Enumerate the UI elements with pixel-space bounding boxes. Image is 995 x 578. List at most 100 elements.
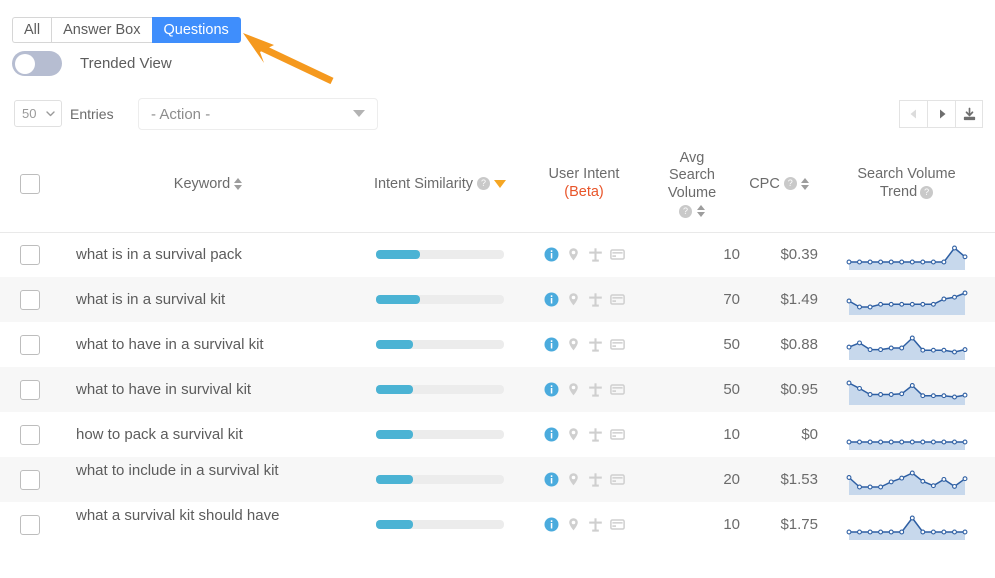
tab-all[interactable]: All	[12, 17, 51, 43]
user-intent-navigational-icon[interactable]	[588, 517, 603, 532]
table-row[interactable]: what a survival kit should have10$1.75	[0, 502, 995, 547]
row-checkbox[interactable]	[20, 335, 40, 355]
user-intent-informational-icon[interactable]	[544, 517, 559, 532]
header-intent-similarity[interactable]: Intent Similarity ?	[356, 146, 524, 232]
keyword-text: what a survival kit should have	[60, 507, 356, 542]
cell-intent-similarity	[356, 457, 524, 502]
user-intent-local-icon[interactable]	[566, 472, 581, 487]
header-keyword[interactable]: Keyword	[60, 146, 356, 232]
cell-user-intent	[524, 457, 644, 502]
header-cpc[interactable]: CPC ?	[740, 146, 818, 232]
cell-cpc: $1.53	[740, 457, 818, 502]
sparkline-chart	[846, 509, 968, 541]
cell-keyword: what a survival kit should have	[60, 502, 356, 547]
table-row[interactable]: how to pack a survival kit10$0	[0, 412, 995, 457]
user-intent-informational-icon[interactable]	[544, 292, 559, 307]
cell-keyword: what to have in a survival kit	[60, 322, 356, 367]
cell-cpc: $0.39	[740, 232, 818, 277]
user-intent-transactional-icon[interactable]	[610, 472, 625, 487]
keyword-text: what to include in a survival kit	[60, 462, 356, 497]
user-intent-transactional-icon[interactable]	[610, 337, 625, 352]
cell-avg-search-volume: 70	[644, 277, 740, 322]
user-intent-navigational-icon[interactable]	[588, 247, 603, 262]
table-row[interactable]: what is in a survival pack 10$0.39	[0, 232, 995, 277]
table-row[interactable]: what to have in a survival kit50$0.88	[0, 322, 995, 367]
user-intent-icons	[524, 517, 644, 532]
header-cpc-label: CPC	[749, 175, 780, 193]
sort-avg-search-volume-icon[interactable]	[697, 205, 705, 217]
keyword-text: what to have in a survival kit	[60, 336, 356, 353]
user-intent-transactional-icon[interactable]	[610, 517, 625, 532]
row-checkbox[interactable]	[20, 470, 40, 490]
user-intent-navigational-icon[interactable]	[588, 427, 603, 442]
user-intent-informational-icon[interactable]	[544, 337, 559, 352]
table-row[interactable]: what is in a survival kit70$1.49	[0, 277, 995, 322]
user-intent-informational-icon[interactable]	[544, 382, 559, 397]
user-intent-navigational-icon[interactable]	[588, 382, 603, 397]
tab-questions[interactable]: Questions	[152, 17, 241, 43]
cell-avg-search-volume: 10	[644, 232, 740, 277]
row-checkbox[interactable]	[20, 245, 40, 265]
user-intent-navigational-icon[interactable]	[588, 472, 603, 487]
sparkline-chart	[846, 329, 968, 361]
cell-avg-search-volume: 20	[644, 457, 740, 502]
user-intent-navigational-icon[interactable]	[588, 337, 603, 352]
export-download-button[interactable]	[955, 100, 983, 128]
user-intent-informational-icon[interactable]	[544, 427, 559, 442]
help-icon[interactable]: ?	[477, 177, 490, 190]
table-row[interactable]: what to have in survival kit50$0.95	[0, 367, 995, 412]
user-intent-local-icon[interactable]	[566, 247, 581, 262]
user-intent-informational-icon[interactable]	[544, 472, 559, 487]
user-intent-local-icon[interactable]	[566, 382, 581, 397]
chevron-down-icon	[45, 108, 56, 119]
action-select[interactable]: - Action -	[138, 98, 378, 130]
keyword-text: what is in a survival pack	[60, 246, 356, 263]
entries-select[interactable]: 50	[14, 100, 62, 127]
entries-value: 50	[22, 106, 36, 121]
user-intent-icons	[524, 472, 644, 487]
user-intent-transactional-icon[interactable]	[610, 247, 625, 262]
user-intent-local-icon[interactable]	[566, 517, 581, 532]
intent-similarity-bar-fill	[376, 340, 413, 349]
sparkline-chart	[846, 419, 968, 451]
cell-avg-search-volume: 10	[644, 502, 740, 547]
row-checkbox[interactable]	[20, 290, 40, 310]
row-checkbox[interactable]	[20, 380, 40, 400]
user-intent-local-icon[interactable]	[566, 292, 581, 307]
cell-select	[0, 457, 60, 502]
header-avg-search-volume[interactable]: Avg Search Volume ?	[644, 146, 740, 232]
help-icon[interactable]: ?	[920, 186, 933, 199]
cell-search-volume-trend	[818, 277, 995, 322]
sort-intent-similarity-desc-icon[interactable]	[494, 180, 506, 188]
user-intent-local-icon[interactable]	[566, 427, 581, 442]
help-icon[interactable]: ?	[679, 205, 692, 218]
header-intent-similarity-label: Intent Similarity	[374, 175, 473, 193]
user-intent-local-icon[interactable]	[566, 337, 581, 352]
intent-similarity-bar	[376, 520, 504, 529]
help-icon[interactable]: ?	[784, 177, 797, 190]
prev-page-button[interactable]	[899, 100, 927, 128]
table-row[interactable]: what to include in a survival kit 20$1.53	[0, 457, 995, 502]
user-intent-transactional-icon[interactable]	[610, 382, 625, 397]
user-intent-informational-icon[interactable]	[544, 247, 559, 262]
cell-select	[0, 502, 60, 547]
triangle-right-icon	[936, 108, 948, 120]
sort-keyword-icon[interactable]	[234, 178, 242, 190]
user-intent-transactional-icon[interactable]	[610, 292, 625, 307]
sort-cpc-icon[interactable]	[801, 178, 809, 190]
trended-view-toggle[interactable]	[12, 51, 62, 76]
tab-answer-box[interactable]: Answer Box	[51, 17, 151, 43]
user-intent-transactional-icon[interactable]	[610, 427, 625, 442]
caret-down-icon	[353, 110, 365, 118]
next-page-button[interactable]	[927, 100, 955, 128]
user-intent-navigational-icon[interactable]	[588, 292, 603, 307]
row-checkbox[interactable]	[20, 425, 40, 445]
pagination-controls	[899, 100, 983, 128]
row-checkbox[interactable]	[20, 515, 40, 535]
select-all-checkbox[interactable]	[20, 174, 40, 194]
sparkline-chart	[846, 284, 968, 316]
cell-cpc: $1.49	[740, 277, 818, 322]
intent-similarity-bar	[376, 250, 504, 259]
intent-similarity-bar-fill	[376, 385, 413, 394]
cell-keyword: what to have in survival kit	[60, 367, 356, 412]
